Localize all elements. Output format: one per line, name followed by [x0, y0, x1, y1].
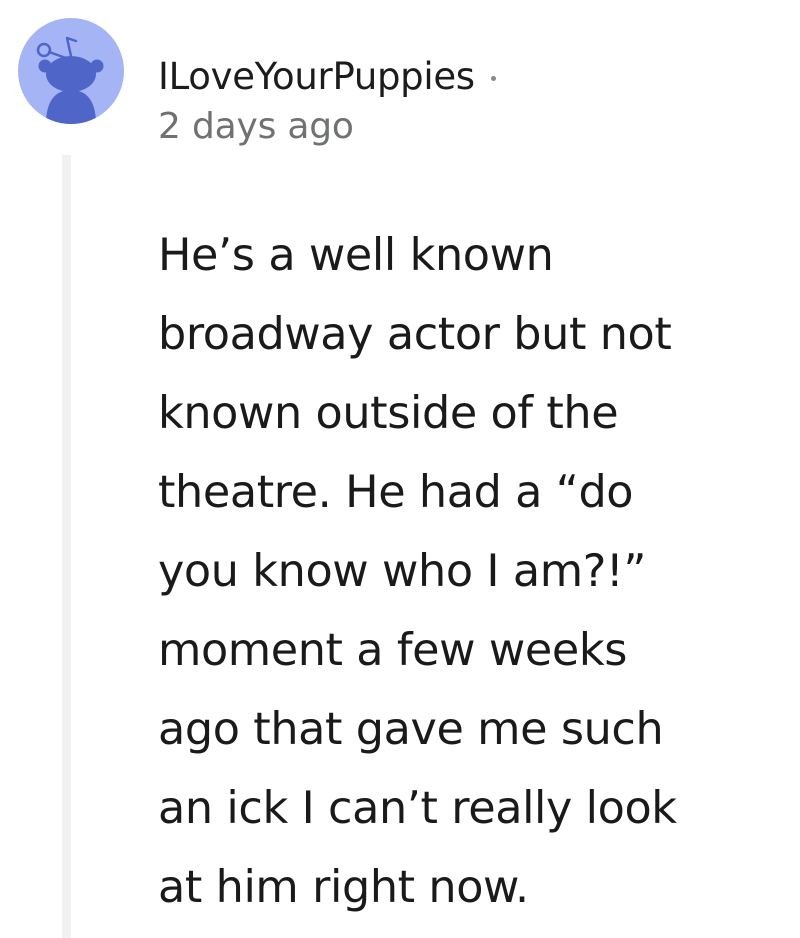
comment-body-line: an ick I can’t really look — [158, 783, 677, 834]
comment: ILoveYourPuppies 2 days ago He’s a well … — [0, 0, 800, 938]
comment-header: ILoveYourPuppies 2 days ago — [158, 52, 778, 147]
comment-body: He’s a well known broadway actor but not… — [158, 216, 778, 927]
comment-body-line: moment a few weeks — [158, 625, 628, 676]
comment-body-line: you know who I am?!” — [158, 546, 647, 597]
comment-body-line: broadway actor but not — [158, 309, 672, 360]
username-row: ILoveYourPuppies — [158, 52, 778, 100]
comment-body-line: known outside of the — [158, 388, 619, 439]
thread-line[interactable] — [62, 155, 71, 938]
username-link[interactable]: ILoveYourPuppies — [158, 55, 475, 98]
user-avatar[interactable] — [18, 18, 124, 124]
snoo-avatar-icon — [18, 18, 124, 124]
comment-body-line: at him right now. — [158, 862, 529, 913]
comment-body-line: ago that gave me such — [158, 704, 664, 755]
separator-dot — [490, 75, 496, 81]
comment-body-line: theatre. He had a “do — [158, 467, 634, 518]
comment-body-line: He’s a well known — [158, 230, 554, 281]
timestamp: 2 days ago — [158, 106, 354, 147]
